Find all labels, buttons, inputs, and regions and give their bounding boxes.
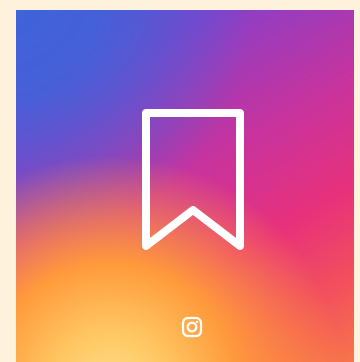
- page-frame: [0, 0, 360, 362]
- saved-collection-tile[interactable]: [16, 10, 354, 362]
- bookmark-icon: [142, 109, 244, 250]
- instagram-logo-icon: [181, 316, 203, 338]
